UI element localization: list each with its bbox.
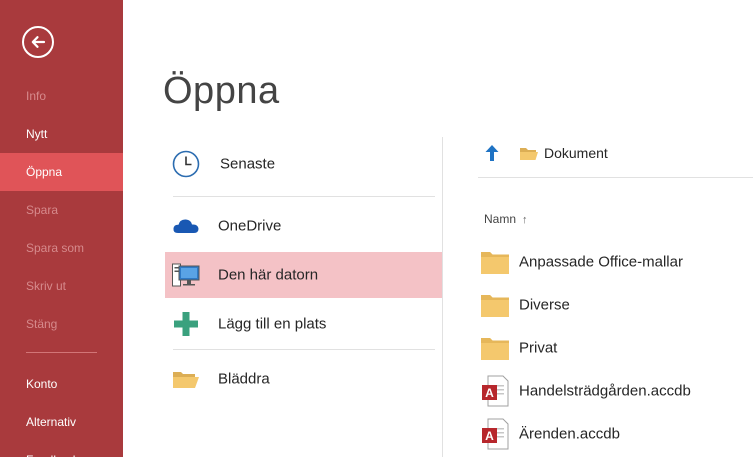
nav-divider	[26, 352, 97, 353]
nav-account[interactable]: Konto	[0, 365, 123, 403]
place-recent-label: Senaste	[220, 155, 276, 173]
svg-text:A: A	[485, 429, 494, 443]
nav-save[interactable]: Spara	[0, 191, 123, 229]
file-name: Privat	[519, 339, 558, 357]
file-row[interactable]: Privat	[478, 328, 753, 368]
back-arrow-circle-icon	[31, 36, 46, 48]
access-file-icon: A	[482, 418, 509, 450]
place-this-pc[interactable]: Den här datorn	[165, 252, 442, 298]
back-button[interactable]	[22, 26, 54, 58]
plus-icon	[174, 312, 198, 336]
column-header-name[interactable]: Namn ↑	[484, 212, 528, 226]
place-onedrive[interactable]: OneDrive	[165, 203, 442, 249]
nav-save-as[interactable]: Spara som	[0, 229, 123, 267]
clock-icon	[172, 150, 200, 178]
nav-info[interactable]: Info	[0, 77, 123, 115]
backstage-sidebar: Info Nytt Öppna Spara Spara som Skriv ut…	[0, 0, 123, 457]
places-divider	[173, 196, 435, 197]
nav-new[interactable]: Nytt	[0, 115, 123, 153]
nav-feedback[interactable]: Feedback	[0, 441, 123, 457]
file-name: Diverse	[519, 296, 570, 314]
file-name: Anpassade Office-mallar	[519, 253, 683, 271]
nav-print[interactable]: Skriv ut	[0, 267, 123, 305]
place-recent[interactable]: Senaste	[165, 141, 442, 187]
file-row[interactable]: Diverse	[478, 285, 753, 325]
file-row[interactable]: Anpassade Office-mallar	[478, 242, 753, 282]
place-this-pc-label: Den här datorn	[218, 266, 319, 284]
place-browse[interactable]: Bläddra	[165, 356, 442, 402]
breadcrumb-documents[interactable]: Dokument	[544, 145, 608, 161]
nav-options[interactable]: Alternativ	[0, 403, 123, 441]
page-title: Öppna	[163, 70, 280, 112]
file-row[interactable]: A Ärenden.accdb	[478, 414, 753, 454]
computer-icon	[172, 263, 200, 287]
place-add-location[interactable]: Lägg till en plats	[165, 301, 442, 347]
column-header-label: Namn	[484, 212, 517, 226]
file-name: Ärenden.accdb	[519, 425, 620, 443]
access-file-icon: A	[482, 375, 509, 407]
file-name: Handelsträdgården.accdb	[519, 382, 691, 400]
sort-ascending-icon: ↑	[522, 214, 528, 226]
folder-icon	[481, 295, 509, 317]
svg-text:A: A	[485, 386, 494, 400]
place-onedrive-label: OneDrive	[218, 217, 282, 235]
column-divider	[442, 137, 443, 457]
nav-close[interactable]: Stäng	[0, 305, 123, 343]
folder-icon	[481, 252, 509, 274]
folder-icon	[520, 148, 538, 160]
nav-open[interactable]: Öppna	[0, 153, 123, 191]
cloud-icon	[173, 219, 199, 233]
folder-open-icon	[173, 372, 199, 388]
place-add-location-label: Lägg till en plats	[218, 315, 327, 333]
up-arrow-icon[interactable]	[483, 143, 501, 163]
folder-icon	[481, 338, 509, 360]
file-row[interactable]: A Handelsträdgården.accdb	[478, 371, 753, 411]
places-divider	[173, 349, 435, 350]
place-browse-label: Bläddra	[218, 370, 270, 388]
breadcrumb-divider	[478, 177, 753, 178]
